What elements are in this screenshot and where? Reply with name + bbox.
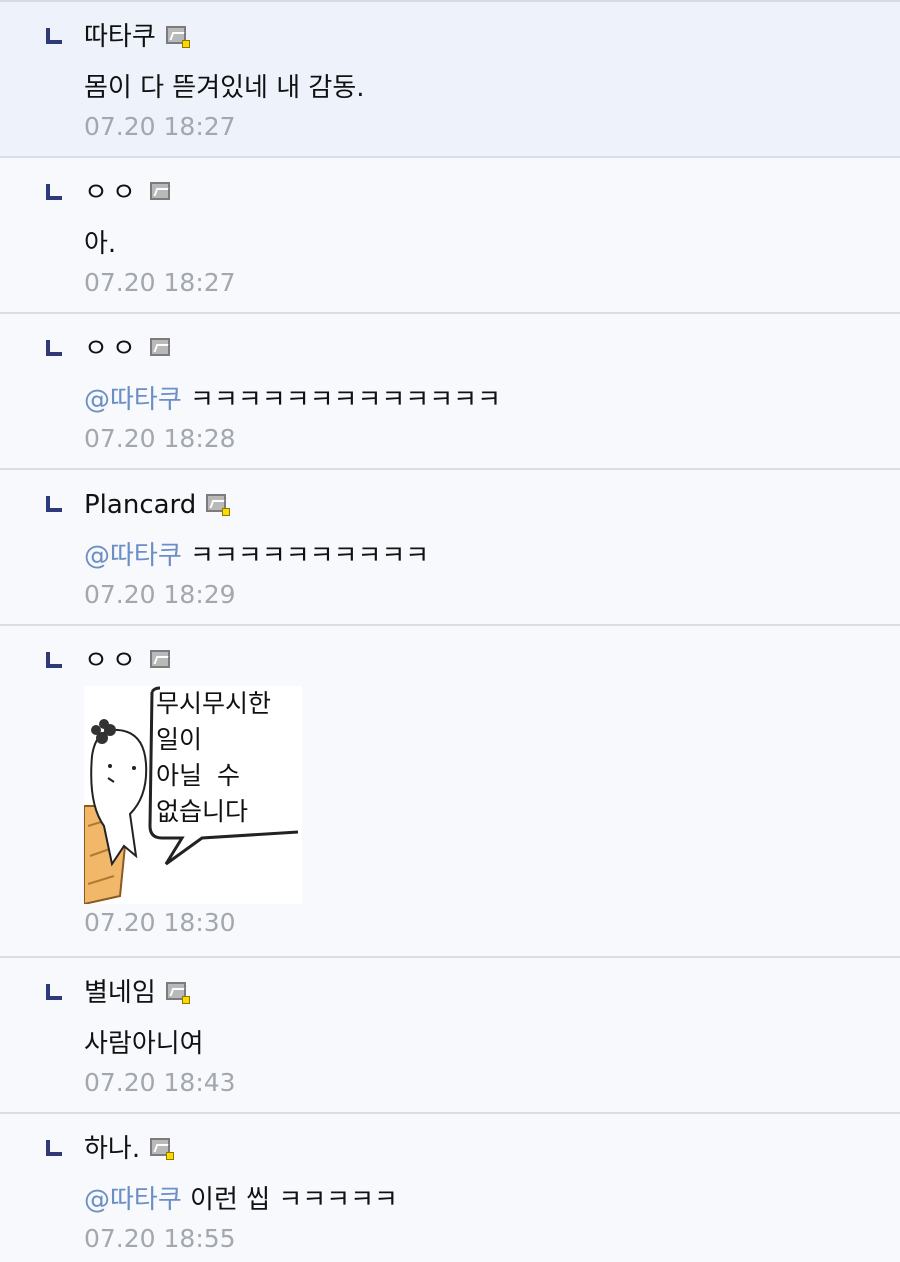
comment-item: ㅇㅇ 무시무시한 일이 아닐 수 없습니다 07.20 18:30: [0, 626, 900, 958]
comment-text: 아.: [84, 226, 116, 262]
reply-arrow-icon: [46, 496, 62, 512]
sticker-caption-line: 무시무시한: [156, 689, 272, 718]
member-gallery-icon: [150, 1138, 175, 1160]
comment-text: @따타쿠 ㅋㅋㅋㅋㅋㅋㅋㅋㅋㅋㅋㅋㅋ: [84, 382, 501, 418]
comment-timestamp: 07.20 18:28: [84, 424, 236, 453]
author-nickname[interactable]: 별네임: [84, 976, 156, 1010]
author-nickname[interactable]: ㅇㅇ: [84, 332, 140, 366]
reply-arrow-icon: [46, 184, 62, 200]
comment-text: @따타쿠 이런 씹 ㅋㅋㅋㅋㅋ: [84, 1182, 398, 1218]
author-row: ㅇㅇ: [84, 644, 174, 678]
comment-item: 별네임 사람아니여 07.20 18:43: [0, 958, 900, 1114]
author-row: 하나.: [84, 1132, 175, 1166]
comment-item: Plancard @따타쿠 ㅋㅋㅋㅋㅋㅋㅋㅋㅋㅋ 07.20 18:29: [0, 470, 900, 626]
comment-body: 몸이 다 뜯겨있네 내 감동.: [84, 73, 365, 103]
sticker-caption-line: 일이: [156, 725, 203, 754]
comment-timestamp: 07.20 18:55: [84, 1224, 236, 1253]
comment-body: 아.: [84, 229, 117, 259]
comment-body: 사람아니여: [84, 1029, 204, 1059]
comment-text: @따타쿠 ㅋㅋㅋㅋㅋㅋㅋㅋㅋㅋ: [84, 538, 429, 574]
author-row: ㅇㅇ: [84, 332, 174, 366]
author-nickname[interactable]: 하나.: [84, 1132, 140, 1166]
author-row: Plancard: [84, 488, 231, 522]
comment-timestamp: 07.20 18:27: [84, 112, 236, 141]
author-row: 별네임: [84, 976, 190, 1010]
author-nickname[interactable]: 따타쿠: [84, 20, 156, 54]
author-row: 따타쿠: [84, 20, 190, 54]
member-gallery-icon: [165, 26, 190, 48]
reply-arrow-icon: [46, 652, 62, 668]
sticker-caption-line: 아닐 수: [156, 761, 241, 790]
mention-link[interactable]: @따타쿠: [84, 541, 182, 571]
comment-timestamp: 07.20 18:27: [84, 268, 236, 297]
author-nickname[interactable]: ㅇㅇ: [84, 176, 140, 210]
mention-link[interactable]: @따타쿠: [84, 385, 182, 415]
comment-timestamp: 07.20 18:43: [84, 1068, 236, 1097]
comment-timestamp: 07.20 18:30: [84, 908, 236, 937]
sticker-caption: 무시무시한 일이 아닐 수 없습니다: [156, 686, 271, 830]
member-gallery-icon: [165, 982, 190, 1004]
dccon-sticker-image[interactable]: 무시무시한 일이 아닐 수 없습니다: [84, 686, 302, 904]
sticker-caption-line: 없습니다: [156, 797, 249, 826]
member-gallery-icon: [149, 650, 174, 672]
comment-timestamp: 07.20 18:29: [84, 580, 236, 609]
reply-arrow-icon: [46, 340, 62, 356]
member-gallery-icon: [149, 338, 174, 360]
mention-link[interactable]: @따타쿠: [84, 1185, 182, 1215]
author-nickname[interactable]: ㅇㅇ: [84, 644, 140, 678]
comment-item: ㅇㅇ @따타쿠 ㅋㅋㅋㅋㅋㅋㅋㅋㅋㅋㅋㅋㅋ 07.20 18:28: [0, 314, 900, 470]
reply-arrow-icon: [46, 1140, 62, 1156]
member-gallery-icon: [206, 494, 231, 516]
reply-arrow-icon: [46, 28, 62, 44]
comment-item: 따타쿠 몸이 다 뜯겨있네 내 감동. 07.20 18:27: [0, 2, 900, 158]
comment-list: 따타쿠 몸이 다 뜯겨있네 내 감동. 07.20 18:27 ㅇㅇ 아. 07…: [0, 0, 900, 1262]
comment-body: 이런 씹 ㅋㅋㅋㅋㅋ: [190, 1185, 398, 1215]
comment-body: ㅋㅋㅋㅋㅋㅋㅋㅋㅋㅋ: [190, 541, 430, 571]
author-nickname[interactable]: Plancard: [84, 488, 196, 522]
comment-item: ㅇㅇ 아. 07.20 18:27: [0, 158, 900, 314]
author-row: ㅇㅇ: [84, 176, 174, 210]
comment-body: ㅋㅋㅋㅋㅋㅋㅋㅋㅋㅋㅋㅋㅋ: [190, 385, 501, 415]
reply-arrow-icon: [46, 984, 62, 1000]
comment-item: 하나. @따타쿠 이런 씹 ㅋㅋㅋㅋㅋ 07.20 18:55: [0, 1114, 900, 1258]
comment-text: 몸이 다 뜯겨있네 내 감동.: [84, 70, 365, 106]
member-gallery-icon: [149, 182, 174, 204]
comment-text: 사람아니여: [84, 1026, 204, 1062]
